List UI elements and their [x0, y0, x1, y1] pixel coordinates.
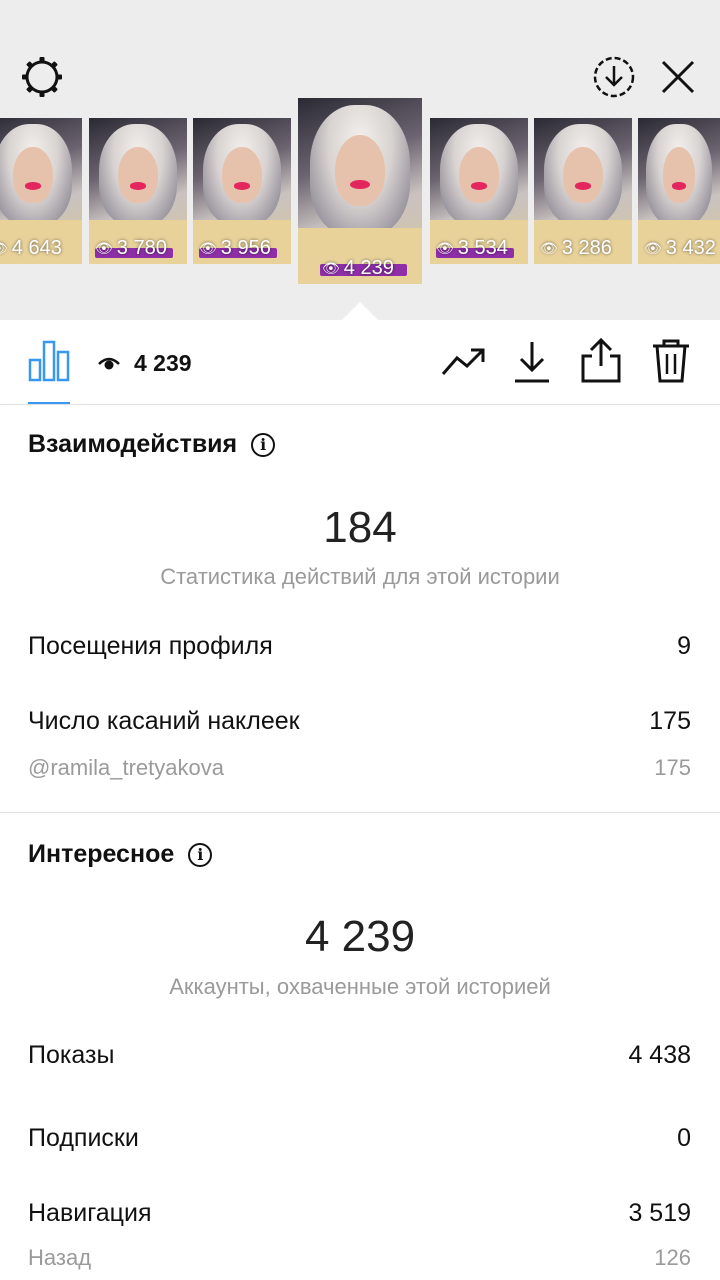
story-views: 👁 3 780	[95, 237, 167, 259]
discovery-caption: Аккаунты, охваченные этой историей	[169, 974, 551, 999]
info-icon[interactable]: i	[251, 432, 276, 457]
story-views: 👁 3 286	[540, 237, 612, 259]
download-icon[interactable]	[512, 340, 552, 389]
eye-icon: 👁	[95, 240, 113, 256]
eye-icon: 👁	[322, 260, 340, 276]
stat-row-sticker-taps: Число касаний наклеек 175	[28, 707, 691, 735]
stat-row-navigation: Навигация 3 519	[28, 1199, 691, 1227]
story-thumbnail[interactable]: 👁 3 286	[534, 118, 632, 264]
story-views: 👁 3 534	[436, 237, 508, 259]
eye-icon: 👁	[644, 240, 662, 256]
stat-row-impressions: Показы 4 438	[28, 1041, 691, 1069]
info-icon[interactable]: i	[188, 842, 213, 867]
bar-chart-icon[interactable]	[28, 340, 70, 387]
interactions-total: 184	[323, 503, 397, 552]
views-counter: 4 239	[98, 350, 192, 377]
trending-icon[interactable]	[441, 344, 485, 385]
stat-subrow-mention: @ramila_tretyakova 175	[28, 755, 691, 780]
eye-icon: 👁	[0, 240, 8, 257]
stat-row-follows: Подписки 0	[28, 1124, 691, 1152]
story-thumbnail[interactable]: 👁 3 780	[89, 118, 187, 264]
download-circle-icon[interactable]	[592, 55, 636, 104]
settings-gear-icon[interactable]	[20, 55, 64, 104]
stat-row-profile-visits: Посещения профиля 9	[28, 632, 691, 660]
close-icon[interactable]	[658, 57, 698, 102]
share-icon[interactable]	[580, 337, 622, 389]
story-thumbnail-selected[interactable]: 👁 4 239	[298, 98, 422, 284]
story-thumbnail[interactable]: 👁4 643	[0, 118, 82, 264]
story-thumbnail[interactable]: 👁 3 534	[430, 118, 528, 264]
section-title-discovery: Интересное i	[28, 840, 213, 869]
trash-icon[interactable]	[651, 338, 691, 389]
selected-story-pointer	[342, 302, 378, 320]
story-thumbnail[interactable]: 👁 3 956	[193, 118, 291, 264]
story-views: 👁 3 956	[199, 237, 271, 259]
insights-toolbar: 4 239	[0, 320, 720, 405]
section-divider	[0, 812, 720, 813]
active-tab-indicator	[28, 402, 70, 404]
story-views: 👁 4 239	[322, 257, 394, 279]
eye-icon	[98, 357, 120, 369]
eye-icon: 👁	[436, 240, 454, 256]
section-title-interactions: Взаимодействия i	[28, 430, 276, 459]
eye-icon: 👁	[540, 240, 558, 256]
eye-icon: 👁	[199, 240, 217, 256]
discovery-total: 4 239	[304, 912, 416, 961]
story-views: 👁 3 432	[644, 237, 716, 259]
story-views: 👁4 643	[0, 237, 62, 260]
story-thumbnail[interactable]: 👁 3 432	[638, 118, 720, 264]
interactions-caption: Статистика действий для этой истории	[160, 564, 560, 589]
stat-subrow-back: Назад 126	[28, 1245, 691, 1270]
views-count: 4 239	[134, 350, 192, 376]
story-strip-area: 👁4 643 👁3 780 👁3 956 👁4 239 👁3 534 👁3 28…	[0, 0, 720, 320]
